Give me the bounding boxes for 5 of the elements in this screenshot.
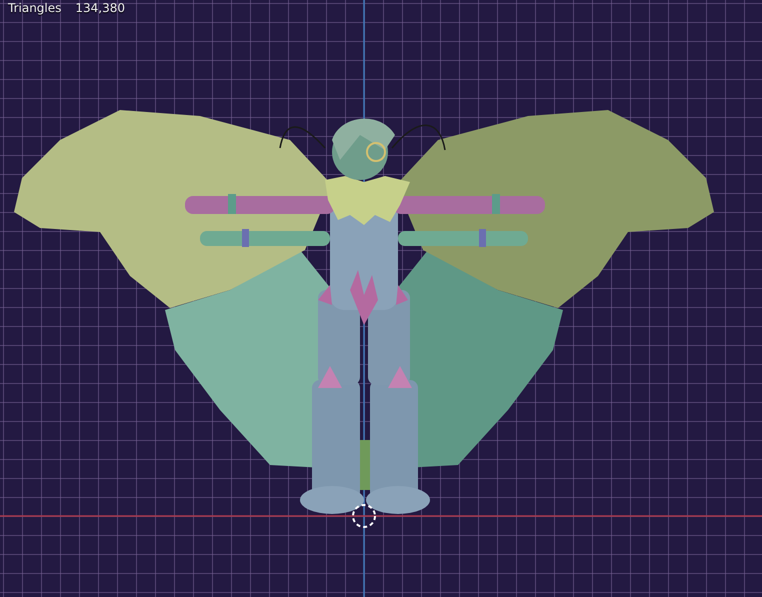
- stat-value: 134,380: [75, 1, 126, 15]
- creature-model-drawing[interactable]: [14, 110, 714, 514]
- stat-label: Triangles: [8, 1, 62, 15]
- 3d-viewport[interactable]: Triangles 134,380: [0, 0, 762, 597]
- 3d-cursor-icon[interactable]: [352, 504, 376, 528]
